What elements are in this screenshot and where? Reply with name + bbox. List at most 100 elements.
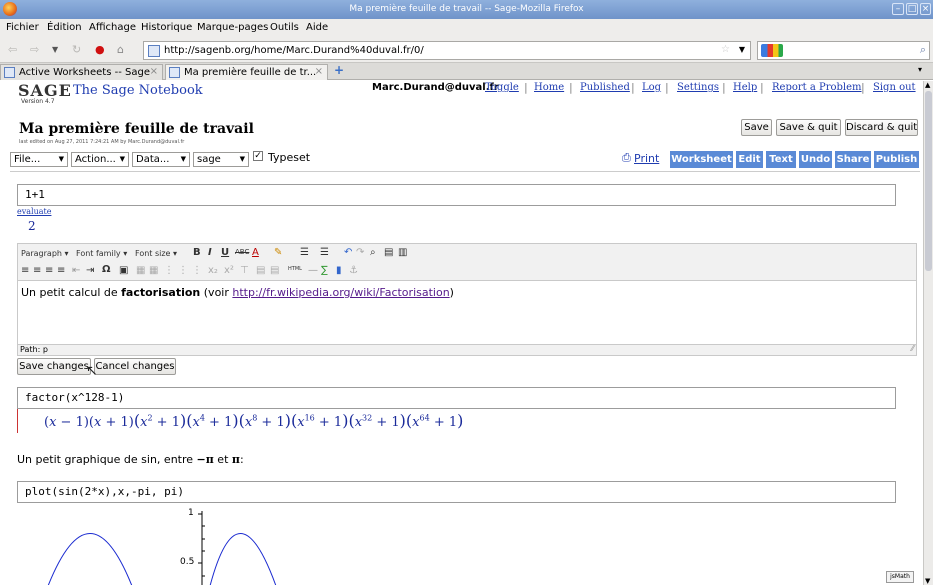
link-help[interactable]: Help bbox=[733, 82, 757, 93]
highlight-color-icon[interactable]: ✎ bbox=[274, 247, 282, 258]
jsmath-button[interactable]: jsMath bbox=[886, 571, 914, 583]
link-published[interactable]: Published bbox=[580, 82, 630, 93]
maximize-icon[interactable]: □ bbox=[906, 3, 918, 15]
history-dropdown-icon[interactable]: ▼ bbox=[52, 45, 58, 54]
cell-input-3[interactable]: plot(sin(2*x),x,-pi, pi) bbox=[17, 481, 896, 503]
bookmark-star-icon[interactable]: ☆ bbox=[721, 44, 730, 55]
save-quit-button[interactable]: Save & quit bbox=[776, 119, 841, 136]
url-dropdown-icon[interactable]: ▼ bbox=[739, 45, 745, 54]
tab-active-worksheets[interactable]: Active Worksheets -- Sage × bbox=[0, 64, 163, 80]
menu-outils[interactable]: Outils bbox=[270, 22, 299, 33]
url-bar[interactable]: http://sagenb.org/home/Marc.Durand%40duv… bbox=[143, 41, 751, 60]
table-icon[interactable]: ▦ bbox=[136, 265, 145, 276]
underline-icon[interactable]: U bbox=[221, 247, 229, 258]
tab-worksheet[interactable]: Ma première feuille de tr... × bbox=[165, 64, 328, 80]
tab-share-button[interactable]: Share bbox=[835, 151, 871, 168]
align-left-icon[interactable]: ≡ bbox=[21, 265, 29, 276]
tab-edit-button[interactable]: Edit bbox=[736, 151, 763, 168]
merge-cells-icon[interactable]: ⋮ bbox=[192, 265, 202, 276]
link-log[interactable]: Log bbox=[642, 82, 661, 93]
save-changes-button[interactable]: Save changes bbox=[17, 358, 91, 375]
indent-icon[interactable]: ⇥ bbox=[86, 265, 94, 276]
search-box[interactable]: ⌕ bbox=[757, 41, 930, 60]
link-sign-out[interactable]: Sign out bbox=[873, 82, 916, 93]
tab-list-icon[interactable]: ▾ bbox=[918, 65, 922, 74]
find-icon[interactable]: ⌕ bbox=[370, 247, 376, 258]
superscript-icon[interactable]: x² bbox=[224, 265, 234, 276]
justify-icon[interactable]: ≡ bbox=[57, 265, 65, 276]
worksheet-title[interactable]: Ma première feuille de travail bbox=[19, 121, 254, 137]
discard-quit-button[interactable]: Discard & quit bbox=[845, 119, 918, 136]
print-link[interactable]: Print bbox=[634, 152, 659, 165]
tab-publish-button[interactable]: Publish bbox=[874, 151, 919, 168]
forward-icon[interactable]: ⇨ bbox=[30, 43, 39, 56]
cell-input-1[interactable]: 1+1 bbox=[17, 184, 896, 206]
math-icon[interactable]: ∑ bbox=[321, 265, 328, 276]
image-icon[interactable]: ▣ bbox=[119, 265, 128, 276]
paste-word-icon[interactable]: ▥ bbox=[398, 247, 407, 258]
bullet-list-icon[interactable]: ☰ bbox=[300, 247, 309, 258]
redo-icon[interactable]: ↷ bbox=[356, 247, 364, 258]
action-dropdown[interactable]: Action... ▼ bbox=[71, 152, 129, 167]
link-home[interactable]: Home bbox=[534, 82, 564, 93]
vertical-scrollbar[interactable]: ▲ ▼ bbox=[923, 81, 933, 585]
outdent-icon[interactable]: ⇤ bbox=[72, 265, 80, 276]
minimize-icon[interactable]: – bbox=[892, 3, 904, 15]
data-dropdown[interactable]: Data... ▼ bbox=[132, 152, 190, 167]
print-icon[interactable]: ⎙ bbox=[622, 151, 631, 165]
html-icon[interactable]: HTML bbox=[288, 266, 302, 272]
evaluate-link[interactable]: evaluate bbox=[17, 207, 51, 216]
layer2-icon[interactable]: ▤ bbox=[270, 265, 279, 276]
close-tab-icon[interactable]: × bbox=[315, 66, 323, 77]
font-family-select[interactable]: Font family ▾ bbox=[76, 249, 127, 258]
strikethrough-icon[interactable]: ABC bbox=[235, 248, 249, 256]
special-char-icon[interactable]: Ω bbox=[102, 264, 111, 275]
menu-historique[interactable]: Historique bbox=[141, 22, 192, 33]
wikipedia-link[interactable]: http://fr.wikipedia.org/wiki/Factorisati… bbox=[232, 286, 449, 299]
system-dropdown[interactable]: sage ▼ bbox=[193, 152, 249, 167]
close-tab-icon[interactable]: × bbox=[150, 66, 158, 77]
menu-marque-pages[interactable]: Marque-pages bbox=[197, 22, 268, 33]
close-icon[interactable]: × bbox=[920, 3, 931, 15]
menu-aide[interactable]: Aide bbox=[306, 22, 328, 33]
scrollbar-thumb[interactable] bbox=[925, 91, 932, 271]
cleanup-icon[interactable]: ⊤ bbox=[240, 265, 249, 276]
menu-affichage[interactable]: Affichage bbox=[89, 22, 136, 33]
paragraph-select[interactable]: Paragraph ▾ bbox=[21, 249, 69, 258]
stop-icon[interactable]: ● bbox=[95, 43, 105, 56]
search-engine-icon[interactable] bbox=[761, 44, 783, 57]
table-row-icon[interactable]: ▦ bbox=[149, 265, 158, 276]
link-report-problem[interactable]: Report a Problem bbox=[772, 82, 862, 93]
table-cell-icon[interactable]: ⋮ bbox=[164, 265, 174, 276]
search-icon[interactable]: ⌕ bbox=[920, 43, 926, 57]
file-dropdown[interactable]: File... ▼ bbox=[10, 152, 68, 167]
undo-icon[interactable]: ↶ bbox=[344, 247, 352, 258]
text-cell-2[interactable]: Un petit graphique de sin, entre −π et π… bbox=[17, 453, 244, 466]
anchor-icon[interactable]: ⚓ bbox=[349, 265, 358, 276]
menu-fichier[interactable]: Fichier bbox=[6, 22, 39, 33]
typeset-checkbox[interactable]: ✓ bbox=[253, 151, 263, 161]
new-tab-icon[interactable]: + bbox=[334, 63, 344, 77]
text-color-icon[interactable]: A bbox=[252, 247, 259, 258]
editor-body[interactable]: Un petit calcul de factorisation (voir h… bbox=[17, 280, 917, 345]
align-right-icon[interactable]: ≡ bbox=[45, 265, 53, 276]
link-settings[interactable]: Settings bbox=[677, 82, 719, 93]
numbered-list-icon[interactable]: ☰ bbox=[320, 247, 329, 258]
menu-edition[interactable]: Édition bbox=[47, 22, 82, 33]
notebook-title[interactable]: The Sage Notebook bbox=[73, 83, 203, 98]
bold-icon[interactable]: B bbox=[193, 247, 201, 258]
font-size-select[interactable]: Font size ▾ bbox=[135, 249, 177, 258]
cancel-changes-button[interactable]: Cancel changes bbox=[94, 358, 176, 375]
reload-icon[interactable]: ↻ bbox=[72, 43, 81, 56]
align-center-icon[interactable]: ≡ bbox=[33, 265, 41, 276]
paste-text-icon[interactable]: ▤ bbox=[384, 247, 393, 258]
save-button[interactable]: Save bbox=[741, 119, 772, 136]
tab-undo-button[interactable]: Undo bbox=[799, 151, 832, 168]
hr-icon[interactable]: — bbox=[308, 265, 318, 276]
cell-input-2[interactable]: factor(x^128-1) bbox=[17, 387, 896, 409]
italic-icon[interactable]: I bbox=[208, 247, 212, 258]
subscript-icon[interactable]: x₂ bbox=[208, 265, 218, 276]
back-icon[interactable]: ⇦ bbox=[8, 43, 17, 56]
fullscreen-icon[interactable]: ▮ bbox=[336, 265, 342, 276]
tab-text-button[interactable]: Text bbox=[766, 151, 796, 168]
